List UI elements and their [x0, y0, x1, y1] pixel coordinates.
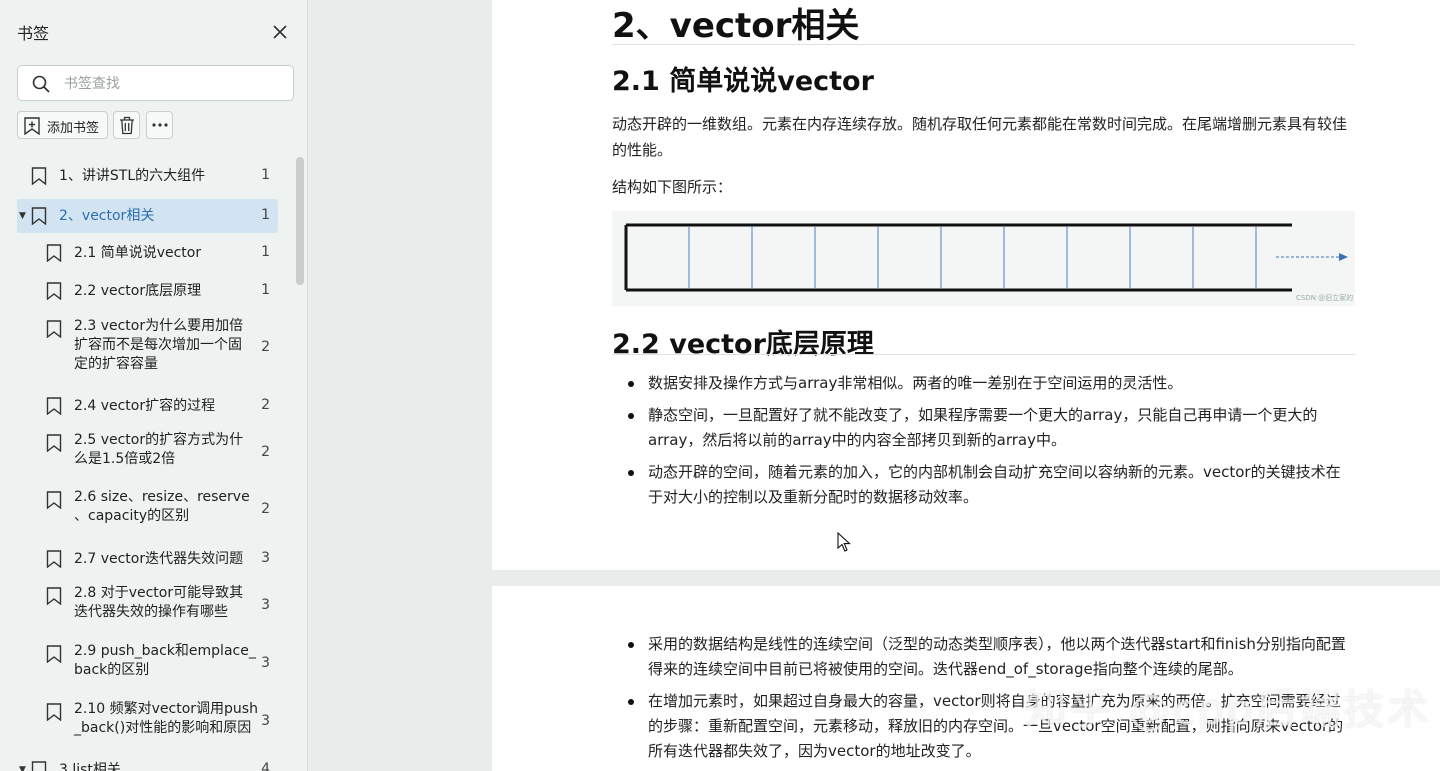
bookmark-page-number: 1 [261, 244, 270, 260]
bookmark-label: 1、讲讲STL的六大组件 [59, 168, 206, 184]
list-item: 在增加元素时，如果超过自身最大的容量，vector则将自身的容量扩充为原来的两倍… [612, 689, 1352, 764]
bookmark-item[interactable]: 2.7 vector迭代器失效问题 3 [17, 546, 278, 572]
bookmark-page-number: 2 [261, 444, 270, 460]
bookmark-label: back的区别 [74, 662, 150, 678]
bookmark-list: 1、讲讲STL的六大组件 1 ▼ 2、vector相关 1 2.1 简单说说vector 1… [0, 155, 300, 771]
bookmark-icon [46, 244, 62, 262]
bookmark-label: 3 list相关 [59, 762, 121, 771]
bookmark-page-number: 1 [261, 167, 270, 183]
bookmark-icon [46, 397, 62, 415]
bookmark-label: 2.8 对于vector可能导致其 [74, 585, 244, 601]
mouse-cursor-icon [837, 531, 851, 556]
bookmark-page-number: 1 [261, 207, 270, 223]
bookmark-label: 2.3 vector为什么要用加倍 [74, 318, 244, 334]
bookmark-label: 2.9 push_back和emplace_ [74, 643, 256, 659]
bookmark-page-number: 2 [261, 339, 270, 355]
bookmark-page-number: 2 [261, 501, 270, 517]
section-bullet-list: 数据安排及操作方式与array非常相似。两者的唯一差别在于空间运用的灵活性。 静… [612, 371, 1352, 517]
bookmark-icon [31, 761, 47, 771]
more-icon [152, 123, 168, 127]
bookmark-item[interactable]: 2.10 频繁对vector调用push _back()对性能的影响和原因 3 [17, 700, 278, 744]
bookmark-label: 2.6 size、resize、reserve [74, 489, 250, 505]
list-item: 采用的数据结构是线性的连续空间（泛型的动态类型顺序表），他以两个迭代器start… [612, 632, 1352, 682]
more-options-button[interactable] [146, 111, 173, 139]
bookmark-item[interactable]: 2.6 size、resize、reserve 、capacity的区别 2 [17, 488, 278, 532]
bookmark-item[interactable]: 2.1 简单说说vector 1 [17, 240, 278, 266]
list-item: 动态开辟的空间，随着元素的加入，它的内部机制会自动扩充空间以容纳新的元素。vec… [612, 460, 1352, 510]
add-bookmark-icon [24, 117, 40, 135]
bookmark-icon [46, 320, 62, 338]
document-page-1: 2、vector相关 2.1 简单说说vector 动态开辟的一维数组。元素在内… [492, 0, 1440, 570]
bookmark-page-number: 2 [261, 397, 270, 413]
panel-title: 书签 [17, 24, 50, 43]
bookmark-label: 迭代器失效的操作有哪些 [74, 604, 228, 620]
bookmark-scrollbar[interactable] [296, 157, 304, 285]
bookmark-icon [46, 491, 62, 509]
bookmark-page-number: 1 [261, 282, 270, 298]
delete-bookmark-button[interactable] [113, 111, 140, 139]
bookmark-item[interactable]: 2.3 vector为什么要用加倍 扩容而不是每次增加一个固 定的扩容容量 2 [17, 317, 278, 379]
bookmark-label: 2、vector相关 [59, 208, 155, 224]
section-bullet-list: 采用的数据结构是线性的连续空间（泛型的动态类型顺序表），他以两个迭代器start… [612, 632, 1352, 771]
bookmark-panel: 书签 添加书签 1、讲讲STL的六大组件1▼2、vector相关12.1 简单说… [0, 0, 308, 771]
bookmark-item[interactable]: 2.9 push_back和emplace_ back的区别 3 [17, 642, 278, 686]
figure-watermark-caption: CSDN @旧立家的 [1296, 294, 1354, 302]
bookmark-icon [31, 167, 47, 185]
section-divider [612, 354, 1355, 355]
bookmark-search-input[interactable] [62, 73, 286, 95]
bookmark-label: 2.10 频繁对vector调用push [74, 701, 258, 717]
bookmark-item[interactable]: ▼ 2、vector相关 1 [17, 199, 278, 233]
bookmark-icon [46, 550, 62, 568]
bookmark-label: 、capacity的区别 [74, 508, 190, 524]
bookmark-page-number: 4 [261, 761, 270, 771]
bookmark-item[interactable]: 1、讲讲STL的六大组件 1 [17, 163, 278, 189]
bookmark-item[interactable]: 2.5 vector的扩容方式为什 么是1.5倍或2倍 2 [17, 431, 278, 475]
bookmark-icon [46, 282, 62, 300]
bookmark-page-number: 3 [261, 713, 270, 729]
add-bookmark-button[interactable]: 添加书签 [17, 111, 108, 139]
bookmark-icon [31, 207, 47, 225]
bookmark-label: 2.2 vector底层原理 [74, 283, 202, 299]
add-bookmark-label: 添加书签 [47, 121, 100, 136]
section-heading-2-1: 2.1 简单说说vector [612, 66, 874, 97]
bookmark-search-box[interactable] [17, 65, 294, 101]
bookmark-label: 2.5 vector的扩容方式为什 [74, 432, 244, 448]
section-heading-2-2: 2.2 vector底层原理 [612, 329, 874, 360]
list-item: 静态空间，一旦配置好了就不能改变了，如果程序需要一个更大的array，只能自己再… [612, 403, 1352, 453]
bookmark-label: _back()对性能的影响和原因 [74, 720, 252, 736]
bookmark-label: 定的扩容容量 [74, 356, 158, 372]
document-viewer[interactable]: 2、vector相关 2.1 简单说说vector 动态开辟的一维数组。元素在内… [309, 0, 1440, 771]
bookmark-icon [46, 645, 62, 663]
bookmark-label: 2.1 简单说说vector [74, 245, 202, 261]
trash-icon [120, 116, 134, 135]
close-icon[interactable] [270, 22, 290, 42]
bookmark-item[interactable]: 2.4 vector扩容的过程 2 [17, 393, 278, 419]
bookmark-icon [46, 434, 62, 452]
bookmark-page-number: 3 [261, 550, 270, 566]
bookmark-icon [46, 703, 62, 721]
search-icon [32, 75, 50, 93]
bookmark-label: 2.7 vector迭代器失效问题 [74, 551, 244, 567]
bookmark-label: 扩容而不是每次增加一个固 [74, 337, 242, 353]
bookmark-page-number: 3 [261, 597, 270, 613]
figure-intro-text: 结构如下图所示： [612, 178, 733, 196]
document-page-2: 采用的数据结构是线性的连续空间（泛型的动态类型顺序表），他以两个迭代器start… [492, 586, 1440, 771]
section-paragraph: 动态开辟的一维数组。元素在内存连续存放。随机存取任何元素都能在常数时间完成。在尾… [612, 115, 1348, 159]
expand-caret-icon[interactable]: ▼ [19, 211, 26, 221]
bookmark-label: 么是1.5倍或2倍 [74, 451, 176, 467]
bookmark-label: 2.4 vector扩容的过程 [74, 398, 216, 414]
bookmark-item[interactable]: 2.2 vector底层原理 1 [17, 278, 278, 304]
bookmark-item[interactable]: 2.8 对于vector可能导致其 迭代器失效的操作有哪些 3 [17, 584, 278, 628]
bookmark-icon [46, 587, 62, 605]
bookmark-item[interactable]: ▼ 3 list相关 4 [17, 757, 278, 771]
vector-structure-figure: CSDN @旧立家的 [612, 211, 1355, 306]
heading-divider [612, 44, 1355, 45]
expand-caret-icon[interactable]: ▼ [19, 765, 26, 771]
bookmark-page-number: 3 [261, 655, 270, 671]
list-item: 数据安排及操作方式与array非常相似。两者的唯一差别在于空间运用的灵活性。 [612, 371, 1352, 396]
chapter-heading: 2、vector相关 [612, 6, 860, 46]
